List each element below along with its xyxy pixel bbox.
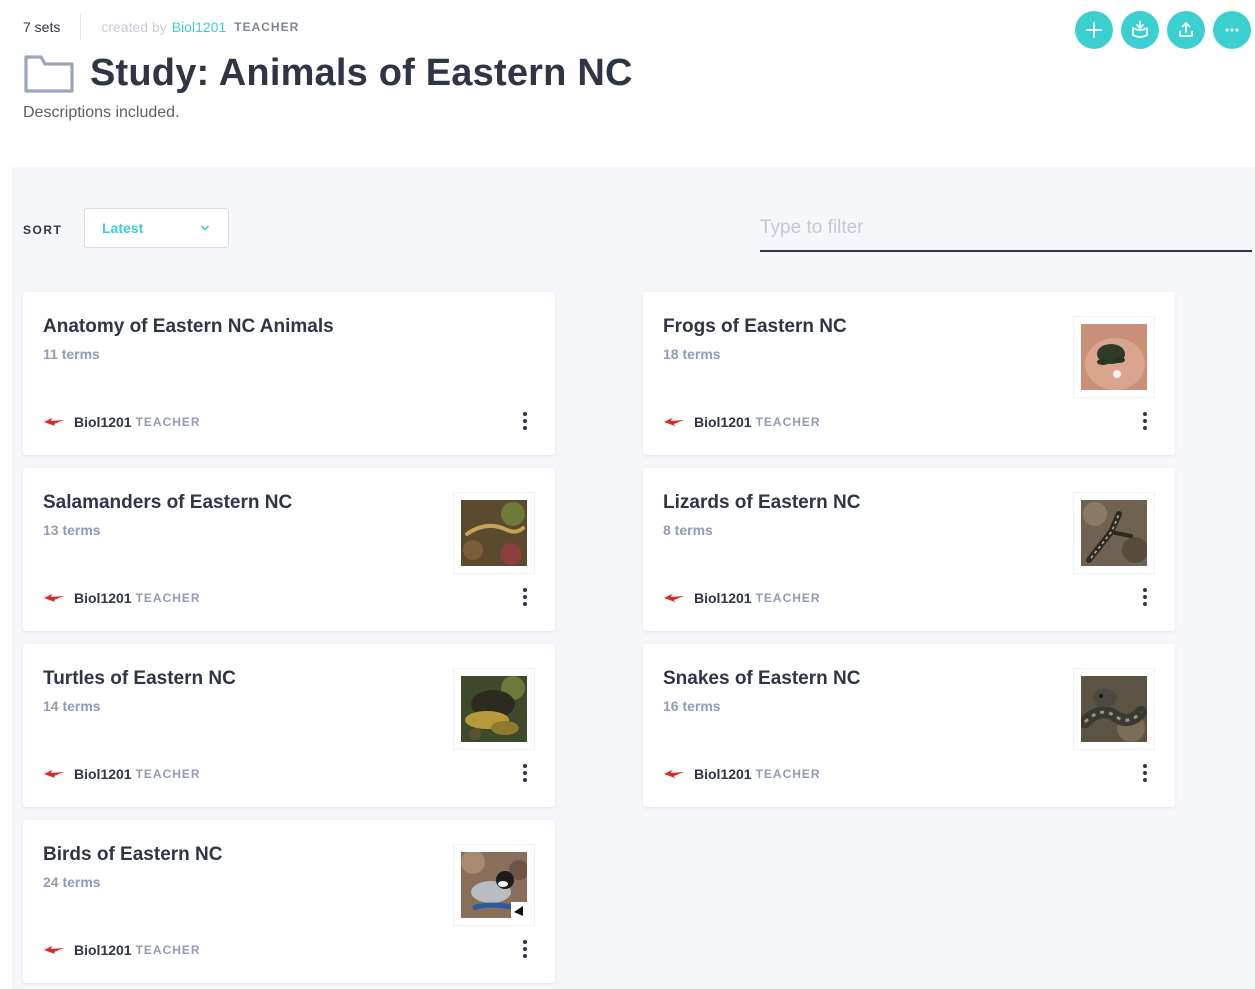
set-thumbnail [453, 492, 535, 574]
set-options-button[interactable] [521, 412, 529, 432]
set-card[interactable]: Birds of Eastern NC 24 terms Biol1201 TE… [23, 820, 555, 983]
set-term-count: 14 terms [43, 698, 101, 714]
set-card[interactable]: Lizards of Eastern NC 8 terms Biol1201 T… [643, 468, 1175, 631]
set-author: Biol1201 TEACHER [663, 590, 821, 606]
set-term-count: 8 terms [663, 522, 713, 538]
author-name[interactable]: Biol1201 [74, 766, 132, 782]
frog-image [1081, 324, 1147, 390]
set-title[interactable]: Lizards of Eastern NC [663, 492, 860, 514]
plus-icon [1086, 22, 1102, 38]
set-options-button[interactable] [521, 764, 529, 784]
share-button[interactable] [1167, 11, 1205, 49]
author-name[interactable]: Biol1201 [694, 766, 752, 782]
filter-field [760, 210, 1252, 252]
author-name[interactable]: Biol1201 [74, 942, 132, 958]
author-name[interactable]: Biol1201 [74, 590, 132, 606]
set-title[interactable]: Birds of Eastern NC [43, 844, 222, 866]
page-title: Study: Animals of Eastern NC [90, 52, 633, 94]
action-buttons [1075, 11, 1251, 49]
set-term-count: 18 terms [663, 346, 721, 362]
lizard-image [1081, 500, 1147, 566]
avatar-icon [664, 418, 684, 426]
folder-meta: 7 sets created by Biol1201 TEACHER [23, 14, 300, 40]
set-term-count: 11 terms [43, 346, 100, 362]
more-button[interactable] [1213, 11, 1251, 49]
avatar-icon [44, 418, 64, 426]
author-name[interactable]: Biol1201 [694, 414, 752, 430]
set-card[interactable]: Anatomy of Eastern NC Animals 11 terms B… [23, 292, 555, 455]
set-title[interactable]: Frogs of Eastern NC [663, 316, 847, 338]
avatar-icon [44, 770, 64, 778]
set-author: Biol1201 TEACHER [43, 414, 201, 430]
filter-input[interactable] [760, 210, 1252, 246]
set-thumbnail [1073, 316, 1155, 398]
set-thumbnail [1073, 668, 1155, 750]
snake-image [1081, 676, 1147, 742]
set-options-button[interactable] [521, 588, 529, 608]
add-button[interactable] [1075, 11, 1113, 49]
set-card[interactable]: Salamanders of Eastern NC 13 terms Biol1… [23, 468, 555, 631]
set-options-button[interactable] [1141, 764, 1149, 784]
turtle-image [461, 676, 527, 742]
creator-role: TEACHER [234, 20, 300, 34]
share-icon [1179, 22, 1193, 37]
salamander-image [461, 500, 527, 566]
avatar-icon [44, 594, 64, 602]
sort-value: Latest [102, 220, 144, 236]
sort-dropdown[interactable]: Latest [84, 208, 229, 248]
study-icon [1132, 20, 1148, 38]
set-card[interactable]: Frogs of Eastern NC 18 terms Biol1201 TE… [643, 292, 1175, 455]
avatar-icon [664, 594, 684, 602]
set-title[interactable]: Turtles of Eastern NC [43, 668, 236, 690]
set-options-button[interactable] [521, 940, 529, 960]
set-author: Biol1201 TEACHER [43, 766, 201, 782]
meta-divider [80, 14, 82, 40]
title-row: Study: Animals of Eastern NC [23, 52, 633, 95]
author-role: TEACHER [755, 591, 821, 605]
set-term-count: 16 terms [663, 698, 721, 714]
sort-label: SORT [23, 223, 63, 237]
set-options-button[interactable] [1141, 588, 1149, 608]
sets-panel: SORT Latest Anatomy of Eastern NC Animal… [12, 167, 1255, 989]
set-thumbnail [453, 668, 535, 750]
created-by-label: created by [101, 19, 167, 35]
avatar-icon [44, 946, 64, 954]
author-role: TEACHER [135, 591, 201, 605]
author-role: TEACHER [135, 943, 201, 957]
more-icon [1225, 28, 1239, 32]
set-author: Biol1201 TEACHER [43, 590, 201, 606]
author-name[interactable]: Biol1201 [74, 414, 132, 430]
set-author: Biol1201 TEACHER [43, 942, 201, 958]
folder-description: Descriptions included. [23, 104, 180, 121]
folder-icon [24, 54, 74, 93]
chevron-down-icon [201, 225, 209, 231]
author-name[interactable]: Biol1201 [694, 590, 752, 606]
bird-image [461, 852, 527, 918]
set-thumbnail [453, 844, 535, 926]
set-author: Biol1201 TEACHER [663, 766, 821, 782]
creator-link[interactable]: Biol1201 [172, 19, 227, 35]
study-button[interactable] [1121, 11, 1159, 49]
author-role: TEACHER [135, 767, 201, 781]
sets-count: 7 sets [23, 19, 61, 35]
set-term-count: 24 terms [43, 874, 101, 890]
set-thumbnail [1073, 492, 1155, 574]
author-role: TEACHER [755, 415, 821, 429]
set-options-button[interactable] [1141, 412, 1149, 432]
set-term-count: 13 terms [43, 522, 101, 538]
set-title[interactable]: Anatomy of Eastern NC Animals [43, 316, 334, 338]
avatar-icon [664, 770, 684, 778]
set-title[interactable]: Snakes of Eastern NC [663, 668, 860, 690]
set-author: Biol1201 TEACHER [663, 414, 821, 430]
set-card[interactable]: Snakes of Eastern NC 16 terms Biol1201 T… [643, 644, 1175, 807]
set-card[interactable]: Turtles of Eastern NC 14 terms Biol1201 … [23, 644, 555, 807]
author-role: TEACHER [755, 767, 821, 781]
author-role: TEACHER [135, 415, 201, 429]
set-title[interactable]: Salamanders of Eastern NC [43, 492, 292, 514]
